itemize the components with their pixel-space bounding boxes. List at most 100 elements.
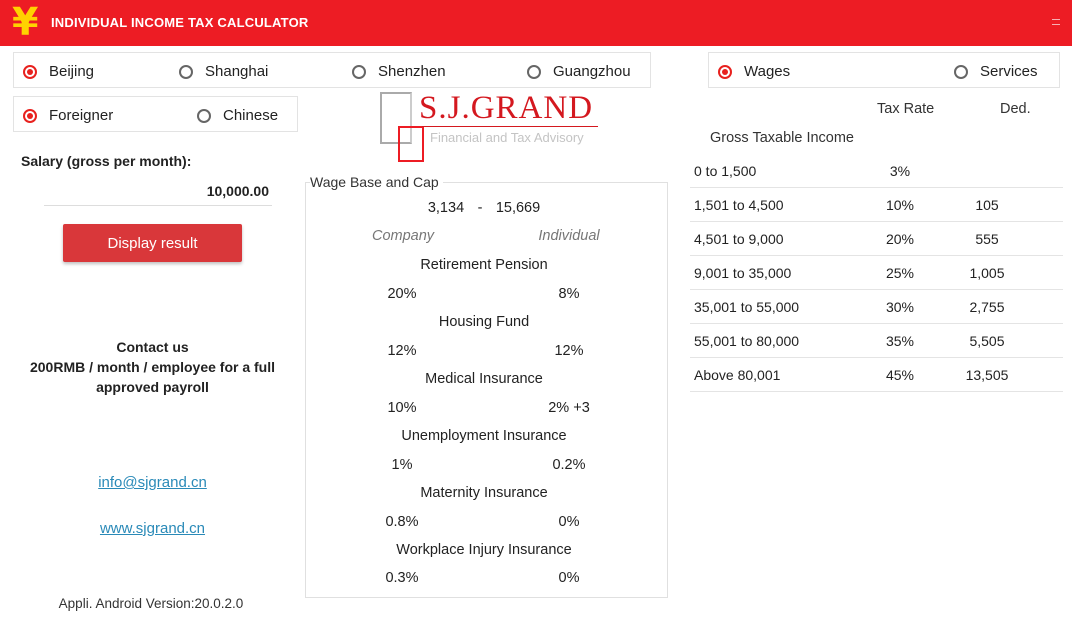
income-range: 9,001 to 35,000 — [694, 265, 792, 281]
radio-label: Services — [980, 63, 1038, 80]
deduction: 2,755 — [969, 299, 1005, 315]
income-type-radio-group: Wages Services — [708, 52, 1060, 88]
radio-label: Chinese — [223, 107, 279, 124]
company-column-label: Company — [371, 228, 435, 244]
radio-unchecked-icon — [352, 64, 366, 79]
company-rate: 12% — [387, 343, 417, 359]
table-row: 55,001 to 80,000 35% 5,505 — [690, 324, 1063, 358]
table-row: 9,001 to 35,000 25% 1,005 — [690, 256, 1063, 290]
radio-unchecked-icon — [954, 64, 968, 79]
individual-rate: 12% — [554, 343, 584, 359]
wage-base-max: 15,669 — [495, 200, 541, 216]
table-row: 35,001 to 55,000 30% 2,755 — [690, 290, 1063, 324]
radio-city-shenzhen[interactable]: Shenzhen — [352, 63, 446, 80]
radio-city-guangzhou[interactable]: Guangzhou — [527, 63, 631, 80]
income-range: 55,001 to 80,000 — [694, 333, 800, 349]
income-range: 35,001 to 55,000 — [694, 299, 800, 315]
contact-line-1: 200RMB / month / employee for a full — [29, 359, 276, 375]
deduction: 5,505 — [969, 333, 1005, 349]
display-result-button[interactable]: Display result — [63, 224, 242, 262]
logo-tagline: Financial and Tax Advisory — [430, 130, 584, 145]
company-rate: 0.3% — [385, 570, 419, 586]
individual-rate: 2% +3 — [548, 400, 590, 416]
radio-city-shanghai[interactable]: Shanghai — [179, 63, 268, 80]
radio-unchecked-icon — [179, 64, 193, 79]
tax-rate: 25% — [885, 265, 915, 281]
deduction-header: Ded. — [1000, 101, 1031, 117]
sj-grand-logo: S.J.GRAND Financial and Tax Advisory — [378, 90, 608, 164]
overflow-menu-icon[interactable] — [1052, 19, 1060, 25]
insurance-name: Maternity Insurance — [420, 485, 548, 501]
radio-label: Beijing — [49, 63, 95, 80]
wage-base-title: Wage Base and Cap — [310, 174, 443, 190]
logo-red-square-icon — [398, 126, 424, 162]
email-link[interactable]: info@sjgrand.cn — [0, 474, 305, 491]
tax-rate: 35% — [885, 333, 915, 349]
company-rate: 10% — [387, 400, 417, 416]
radio-unchecked-icon — [527, 64, 541, 79]
tax-rate-header: Tax Rate — [877, 101, 935, 117]
company-rate: 0.8% — [385, 514, 419, 530]
insurance-name: Housing Fund — [438, 314, 530, 330]
income-range: Above 80,001 — [694, 367, 781, 383]
radio-chinese[interactable]: Chinese — [197, 107, 278, 124]
radio-services[interactable]: Services — [954, 63, 1038, 80]
radio-checked-icon — [718, 64, 732, 79]
tax-rate: 20% — [885, 231, 915, 247]
tax-rate: 45% — [885, 367, 915, 383]
radio-checked-icon — [23, 64, 37, 79]
tax-rate: 3% — [889, 163, 911, 179]
salary-input[interactable] — [44, 176, 272, 206]
radio-label: Foreigner — [49, 107, 114, 124]
app-version: Appli. Android Version:20.0.2.0 — [58, 596, 244, 611]
income-range: 1,501 to 4,500 — [694, 197, 784, 213]
radio-unchecked-icon — [197, 108, 211, 123]
radio-label: Guangzhou — [553, 63, 631, 80]
table-row: Above 80,001 45% 13,505 — [690, 358, 1063, 392]
individual-rate: 0.2% — [552, 457, 586, 473]
yen-logo-icon: ¥ — [12, 0, 39, 44]
insurance-name: Medical Insurance — [425, 371, 543, 387]
gross-income-header: Gross Taxable Income — [710, 130, 854, 146]
deduction: 105 — [975, 197, 999, 213]
income-range: 4,501 to 9,000 — [694, 231, 784, 247]
website-link[interactable]: www.sjgrand.cn — [0, 520, 305, 537]
radio-label: Shanghai — [205, 63, 269, 80]
app-title: INDIVIDUAL INCOME TAX CALCULATOR — [51, 15, 309, 30]
contact-heading: Contact us — [116, 339, 189, 355]
radio-label: Shenzhen — [378, 63, 446, 80]
table-row: 4,501 to 9,000 20% 555 — [690, 222, 1063, 256]
salary-label: Salary (gross per month): — [21, 153, 192, 169]
deduction: 555 — [975, 231, 999, 247]
radio-city-beijing[interactable]: Beijing — [23, 63, 94, 80]
radio-checked-icon — [23, 108, 37, 123]
radio-wages[interactable]: Wages — [718, 63, 790, 80]
logo-brand-text: S.J.GRAND — [419, 90, 594, 126]
city-radio-group: Beijing Shanghai Shenzhen Guangzhou — [13, 52, 651, 88]
nationality-radio-group: Foreigner Chinese — [13, 96, 298, 132]
table-row: 0 to 1,500 3% — [690, 154, 1063, 188]
insurance-name: Workplace Injury Insurance — [396, 542, 572, 558]
contact-line-2: approved payroll — [96, 379, 209, 395]
app-header: ¥ INDIVIDUAL INCOME TAX CALCULATOR — [0, 0, 1072, 46]
radio-foreigner[interactable]: Foreigner — [23, 107, 113, 124]
individual-rate: 0% — [558, 570, 580, 586]
wage-base-panel — [305, 182, 668, 598]
company-rate: 20% — [387, 286, 417, 302]
wage-base-separator: - — [477, 200, 483, 216]
table-row: 1,501 to 4,500 10% 105 — [690, 188, 1063, 222]
tax-rate: 10% — [885, 197, 915, 213]
individual-rate: 0% — [558, 514, 580, 530]
income-range: 0 to 1,500 — [694, 163, 757, 179]
tax-rate: 30% — [885, 299, 915, 315]
individual-rate: 8% — [558, 286, 580, 302]
radio-label: Wages — [744, 63, 791, 80]
individual-column-label: Individual — [538, 228, 600, 244]
deduction: 13,505 — [965, 367, 1009, 383]
insurance-name: Unemployment Insurance — [401, 428, 567, 444]
logo-rule — [422, 126, 598, 127]
insurance-name: Retirement Pension — [420, 257, 548, 273]
deduction: 1,005 — [969, 265, 1005, 281]
company-rate: 1% — [391, 457, 413, 473]
wage-base-min: 3,134 — [427, 200, 465, 216]
